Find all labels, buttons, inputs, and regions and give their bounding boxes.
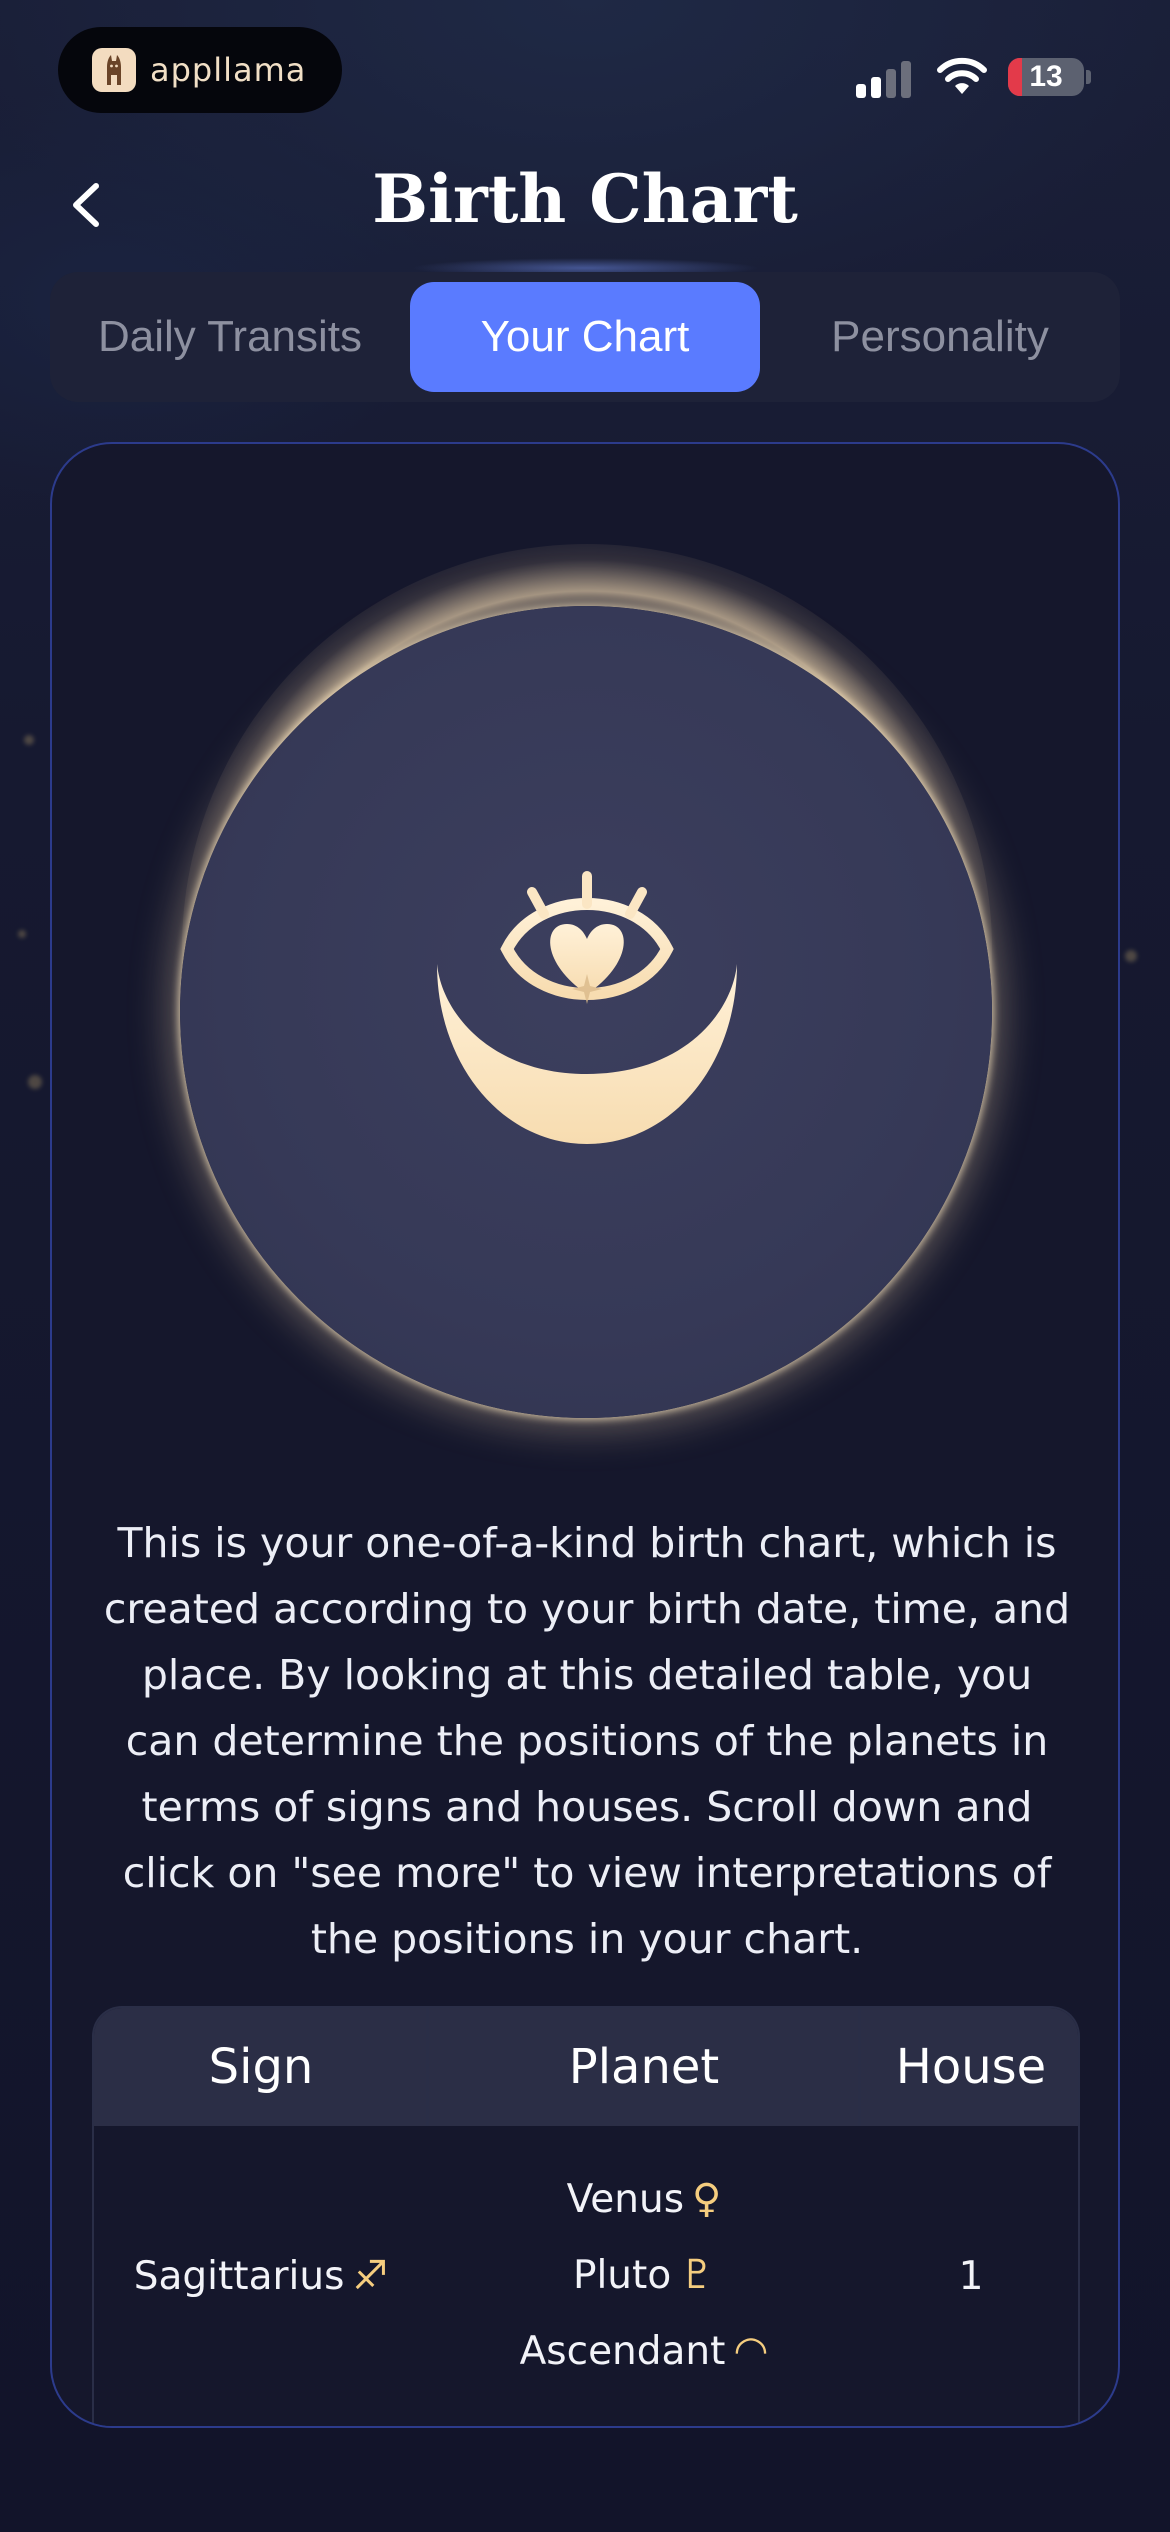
cell-sign: Sagittarius ♐ bbox=[94, 2126, 428, 2426]
moon-eye-heart-icon bbox=[437, 871, 737, 1144]
cellular-signal-icon bbox=[856, 58, 916, 98]
sagittarius-icon: ♐ bbox=[352, 2253, 389, 2299]
cell-house: 1 bbox=[958, 2253, 984, 2299]
planet-name: Pluto bbox=[572, 2252, 672, 2298]
llama-logo-icon bbox=[92, 48, 136, 92]
star-speck bbox=[1125, 950, 1137, 962]
page-title: Birth Chart bbox=[372, 160, 798, 238]
planet-name: Ascendant bbox=[519, 2328, 726, 2374]
battery-icon: 13 bbox=[1008, 58, 1084, 96]
star-speck bbox=[24, 735, 34, 745]
tab-bar: Daily Transits Your Chart Personality bbox=[50, 272, 1120, 402]
planet-pluto: Pluto ♇ bbox=[428, 2237, 860, 2313]
battery-cap bbox=[1086, 70, 1091, 84]
app-badge[interactable]: appllama bbox=[58, 27, 342, 113]
chart-description: This is your one-of-a-kind birth chart, … bbox=[103, 1519, 1071, 1963]
sign-name: Sagittarius bbox=[133, 2253, 345, 2299]
star-speck bbox=[28, 1075, 42, 1089]
table-row[interactable]: Sagittarius ♐ Venus ♀ Pluto ♇ Ascendant … bbox=[94, 2126, 1078, 2426]
planet-ascendant: Ascendant ◠ bbox=[428, 2313, 860, 2389]
pluto-icon: ♇ bbox=[679, 2252, 716, 2298]
venus-icon: ♀ bbox=[692, 2176, 722, 2222]
status-bar: appllama 13 bbox=[0, 0, 1170, 140]
tab-daily-transits[interactable]: Daily Transits bbox=[50, 282, 410, 392]
star-speck bbox=[18, 930, 26, 938]
app-badge-label: appllama bbox=[150, 51, 307, 89]
ascendant-icon: ◠ bbox=[733, 2328, 769, 2374]
column-header-house: House bbox=[895, 2039, 1047, 2095]
planet-table: Sign Planet House Sagittarius ♐ Venus ♀ … bbox=[92, 2006, 1080, 2426]
planet-name: Venus bbox=[566, 2176, 685, 2222]
planet-venus: Venus ♀ bbox=[428, 2161, 860, 2237]
table-header: Sign Planet House bbox=[94, 2008, 1078, 2126]
tab-personality[interactable]: Personality bbox=[760, 282, 1120, 392]
column-header-planet: Planet bbox=[568, 2039, 720, 2095]
wifi-icon bbox=[937, 57, 987, 94]
chart-card: This is your one-of-a-kind birth chart, … bbox=[50, 442, 1120, 2428]
column-header-sign: Sign bbox=[208, 2039, 314, 2095]
tab-your-chart[interactable]: Your Chart bbox=[410, 282, 760, 392]
battery-level: 13 bbox=[1029, 60, 1063, 93]
